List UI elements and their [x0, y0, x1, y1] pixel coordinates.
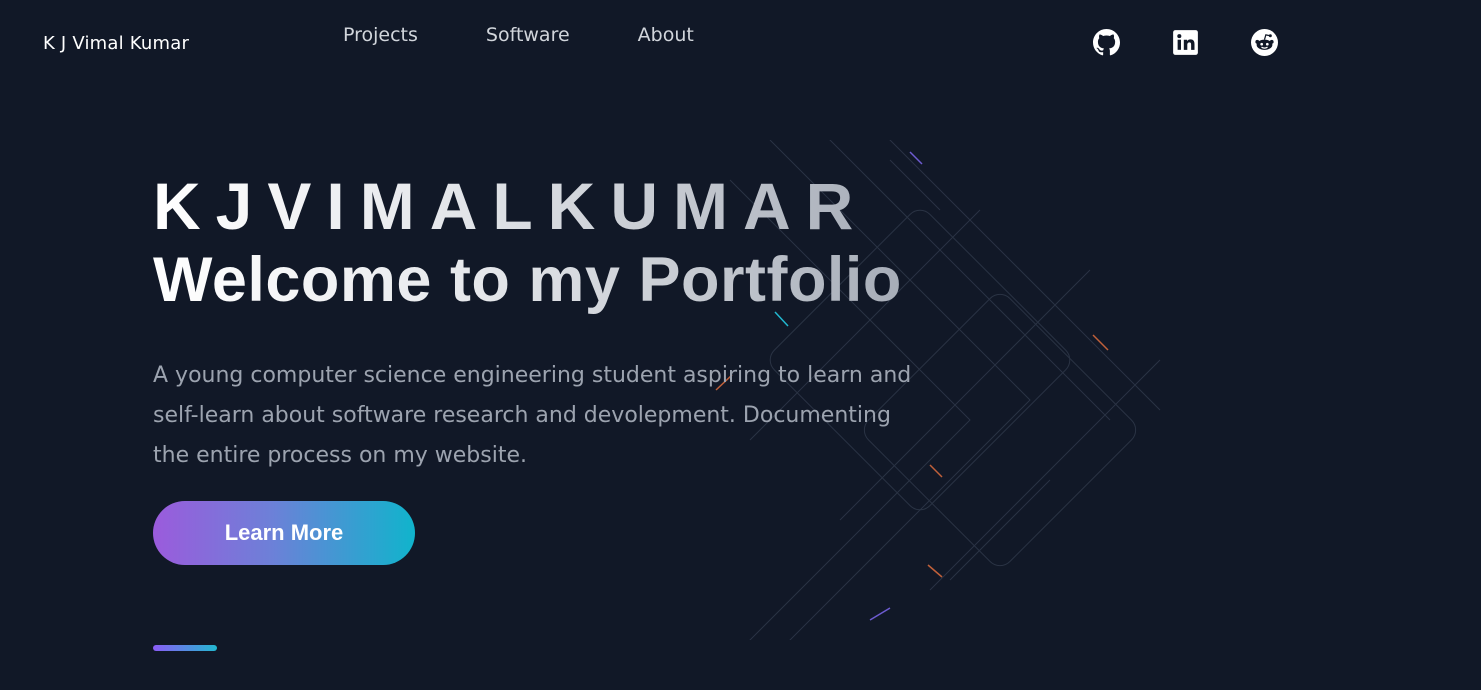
accent-bar-divider: [153, 645, 217, 651]
reddit-link[interactable]: [1250, 28, 1278, 56]
social-links: [1092, 28, 1329, 56]
hero-welcome-heading: Welcome to my Portfolio: [153, 244, 973, 316]
github-icon: [1092, 28, 1120, 55]
linkedin-icon: [1172, 29, 1198, 55]
hero-section: KJVIMALKUMAR Welcome to my Portfolio A y…: [153, 170, 973, 476]
hero-description: A young computer science engineering stu…: [153, 363, 912, 468]
nav-link-projects[interactable]: Projects: [343, 23, 418, 47]
nav-link-about[interactable]: About: [638, 23, 694, 47]
linkedin-link[interactable]: [1171, 28, 1199, 56]
learn-more-button[interactable]: Learn More: [153, 501, 415, 565]
nav-link-software[interactable]: Software: [486, 23, 570, 47]
brand-link[interactable]: K J Vimal Kumar: [43, 33, 189, 54]
hero-name: KJVIMALKUMAR: [153, 170, 973, 242]
github-link[interactable]: [1092, 28, 1120, 56]
main-nav: Projects Software About: [343, 23, 762, 47]
reddit-icon: [1250, 28, 1278, 56]
